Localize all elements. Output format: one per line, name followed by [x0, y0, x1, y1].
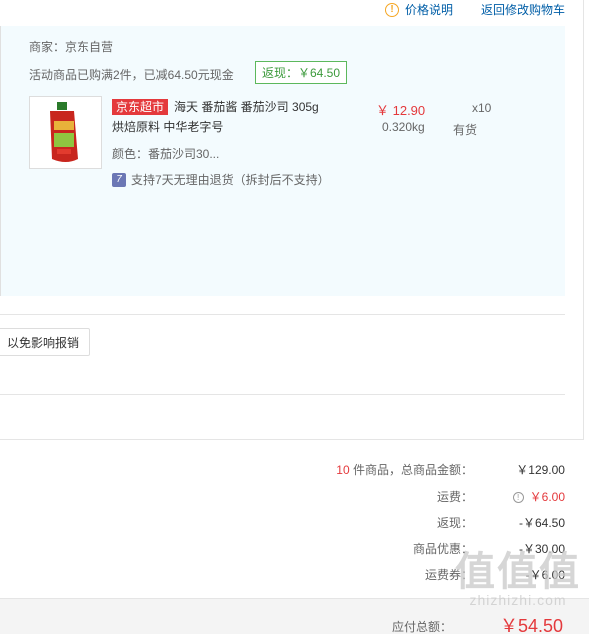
- return-policy-icon: 7: [112, 172, 126, 187]
- shipping-coupon-value: -￥6.00: [525, 568, 565, 582]
- summary-shipping-coupon-row: 运费券： -￥6.00: [283, 566, 565, 583]
- total-value: ￥129.00: [516, 463, 565, 477]
- divider: [0, 314, 565, 315]
- product-image[interactable]: [29, 96, 102, 169]
- info-icon: !: [384, 2, 399, 17]
- divider: [0, 394, 565, 395]
- payable-value: ￥54.50: [499, 616, 563, 634]
- product-quantity: x10: [472, 101, 492, 115]
- top-links: ! 价格说明 返回修改购物车: [0, 0, 589, 22]
- shipping-label: 运费：: [436, 490, 473, 504]
- product-title: 京东超市 海天 番茄酱 番茄沙司 305g: [112, 98, 319, 115]
- merchant-label: 商家：京东自营: [29, 40, 114, 54]
- shipping-info-icon[interactable]: !: [512, 492, 524, 504]
- summary-cashback-row: 返现： -￥64.50: [283, 514, 565, 531]
- discount-label: 商品优惠：: [412, 542, 473, 556]
- summary-total-label: 10 件商品，总商品金额：: [283, 461, 483, 478]
- total-label-text: 件商品，总商品金额：: [352, 463, 473, 477]
- divider: [0, 439, 584, 440]
- panel-right-border: [583, 0, 584, 440]
- promo-text: 活动商品已购满2件，已减64.50元现金: [29, 68, 234, 82]
- item-count: 10: [336, 463, 350, 477]
- price-info-link[interactable]: ! 价格说明: [384, 1, 453, 18]
- unit-price: ￥ 12.90: [376, 103, 426, 118]
- product-subtitle: 烘焙原料 中华老字号: [112, 120, 224, 134]
- shipping-value: ￥6.00: [529, 490, 565, 504]
- return-policy: 7 支持7天无理由退货（拆封后不支持）: [112, 171, 330, 188]
- back-to-cart-link[interactable]: 返回修改购物车: [481, 1, 565, 18]
- summary-discount-row: 商品优惠： -￥30.00: [283, 540, 565, 557]
- stock-status: 有货: [453, 123, 478, 137]
- shop-panel: 商家：京东自营 活动商品已购满2件，已减64.50元现金 返现：￥64.50 京…: [12, 26, 565, 296]
- shipping-coupon-label: 运费券：: [424, 568, 473, 582]
- discount-value: -￥30.00: [518, 542, 565, 556]
- cashback-label: 返现：: [436, 516, 473, 530]
- ketchup-pouch-icon: [50, 102, 78, 162]
- product-color: 颜色：番茄沙司30...: [112, 147, 220, 161]
- payable-label: 应付总额：: [391, 620, 452, 634]
- summary-shipping-row: 运费： ! ￥6.00: [283, 488, 565, 505]
- jd-supermarket-badge: 京东超市: [112, 98, 169, 115]
- price-info-label: 价格说明: [404, 3, 453, 17]
- left-edge-bar: [0, 26, 12, 296]
- rebate-tag: 返现：￥64.50: [255, 61, 348, 84]
- cashback-value: -￥64.50: [518, 516, 565, 530]
- product-name-link[interactable]: 海天 番茄酱 番茄沙司 305g: [174, 98, 319, 115]
- return-policy-text: 支持7天无理由退货（拆封后不支持）: [131, 173, 330, 187]
- product-weight: 0.320kg: [382, 120, 425, 134]
- invoice-tip-button[interactable]: 以免影响报销: [0, 328, 91, 356]
- summary-total-row: 10 件商品，总商品金额： ￥129.00: [283, 461, 565, 478]
- shipping-value-cell: ! ￥6.00: [483, 488, 565, 505]
